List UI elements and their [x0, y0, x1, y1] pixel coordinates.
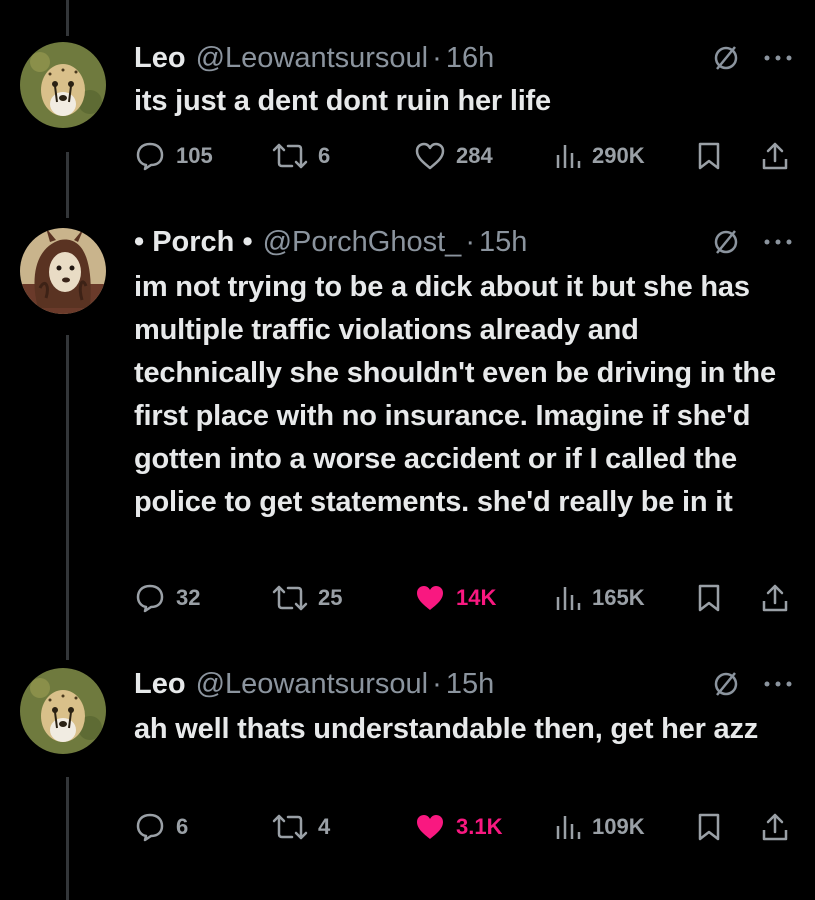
- views-button[interactable]: 165K: [554, 578, 645, 618]
- separator-dot: ·: [432, 41, 442, 74]
- tweet-text: ah well thats understandable then, get h…: [134, 713, 759, 745]
- user-handle[interactable]: @Leowantsursoul: [196, 42, 429, 75]
- reply-button[interactable]: 6: [134, 807, 188, 847]
- user-handle[interactable]: @PorchGhost_: [263, 226, 462, 259]
- avatar-cheetah[interactable]: [20, 42, 106, 128]
- views-button[interactable]: 290K: [554, 136, 645, 176]
- repost-count: 6: [318, 143, 331, 168]
- reply-icon: [136, 584, 164, 613]
- timestamp[interactable]: 16h: [446, 42, 494, 75]
- reply-count: 32: [176, 585, 201, 610]
- display-name[interactable]: • Porch •: [134, 226, 253, 259]
- repost-button[interactable]: 4: [272, 807, 330, 847]
- bookmark-button[interactable]: [696, 578, 722, 618]
- bookmark-icon: [698, 142, 720, 170]
- share-icon: [762, 584, 788, 612]
- views-count: 290K: [592, 143, 645, 168]
- furry-icon: [20, 228, 106, 314]
- views-button[interactable]: 109K: [554, 807, 645, 847]
- like-button[interactable]: 14K: [414, 578, 496, 618]
- reply-count: 6: [176, 814, 189, 839]
- like-count: 3.1K: [456, 814, 503, 839]
- reply-icon: [136, 142, 164, 171]
- cheetah-icon: [20, 668, 106, 754]
- more-options-icon[interactable]: [763, 238, 793, 246]
- repost-icon: [272, 585, 308, 611]
- views-icon: [556, 587, 581, 610]
- bookmark-button[interactable]: [696, 807, 722, 847]
- separator-dot: ·: [432, 667, 442, 700]
- bookmark-icon: [698, 584, 720, 612]
- grok-icon[interactable]: [711, 43, 741, 73]
- action-bar: 105 6 284 290K: [134, 136, 794, 176]
- repost-count: 25: [318, 585, 343, 610]
- tweet-1[interactable]: Leo @Leowantsursoul · 16h its just a den…: [0, 0, 815, 200]
- like-button[interactable]: 3.1K: [414, 807, 502, 847]
- repost-icon: [272, 143, 308, 169]
- share-button[interactable]: [760, 807, 790, 847]
- separator-dot: ·: [465, 225, 475, 258]
- action-bar: 32 25 14K 165K: [134, 578, 794, 618]
- repost-button[interactable]: 25: [272, 578, 342, 618]
- share-button[interactable]: [760, 136, 790, 176]
- timestamp[interactable]: 15h: [446, 668, 494, 701]
- more-options-icon[interactable]: [763, 54, 793, 62]
- views-icon: [556, 145, 581, 168]
- views-count: 109K: [592, 814, 645, 839]
- reply-button[interactable]: 32: [134, 578, 200, 618]
- like-count: 284: [456, 143, 493, 168]
- user-handle[interactable]: @Leowantsursoul: [196, 668, 429, 701]
- tweet-text: its just a dent dont ruin her life: [134, 85, 551, 117]
- cheetah-icon: [20, 42, 106, 128]
- reply-icon: [136, 813, 164, 842]
- more-options-icon[interactable]: [763, 680, 793, 688]
- bookmark-icon: [698, 813, 720, 841]
- grok-icon[interactable]: [711, 227, 741, 257]
- reply-count: 105: [176, 143, 213, 168]
- grok-icon[interactable]: [711, 669, 741, 699]
- tweet-text: im not trying to be a dick about it but …: [134, 271, 776, 518]
- reply-button[interactable]: 105: [134, 136, 213, 176]
- tweet-header: Leo @Leowantsursoul · 16h: [134, 38, 494, 78]
- heart-filled-icon: [417, 586, 443, 610]
- repost-button[interactable]: 6: [272, 136, 330, 176]
- views-count: 165K: [592, 585, 645, 610]
- share-icon: [762, 813, 788, 841]
- like-count: 14K: [456, 585, 497, 610]
- repost-count: 4: [318, 814, 331, 839]
- bookmark-button[interactable]: [696, 136, 722, 176]
- avatar-porch[interactable]: [20, 228, 106, 314]
- share-button[interactable]: [760, 578, 790, 618]
- timestamp[interactable]: 15h: [479, 226, 527, 259]
- heart-icon: [415, 142, 445, 170]
- tweet-header: • Porch • @PorchGhost_ · 15h: [134, 222, 527, 262]
- tweet-2[interactable]: • Porch • @PorchGhost_ · 15h im not tryi…: [0, 200, 815, 640]
- share-icon: [762, 142, 788, 170]
- avatar-cheetah[interactable]: [20, 668, 106, 754]
- heart-filled-icon: [417, 815, 443, 839]
- action-bar: 6 4 3.1K 109K: [134, 807, 794, 847]
- tweet-3[interactable]: Leo @Leowantsursoul · 15h ah well thats …: [0, 640, 815, 900]
- display-name[interactable]: Leo: [134, 42, 186, 75]
- tweet-header: Leo @Leowantsursoul · 15h: [134, 664, 494, 704]
- display-name[interactable]: Leo: [134, 668, 186, 701]
- views-icon: [556, 816, 581, 839]
- like-button[interactable]: 284: [414, 136, 493, 176]
- repost-icon: [272, 814, 308, 840]
